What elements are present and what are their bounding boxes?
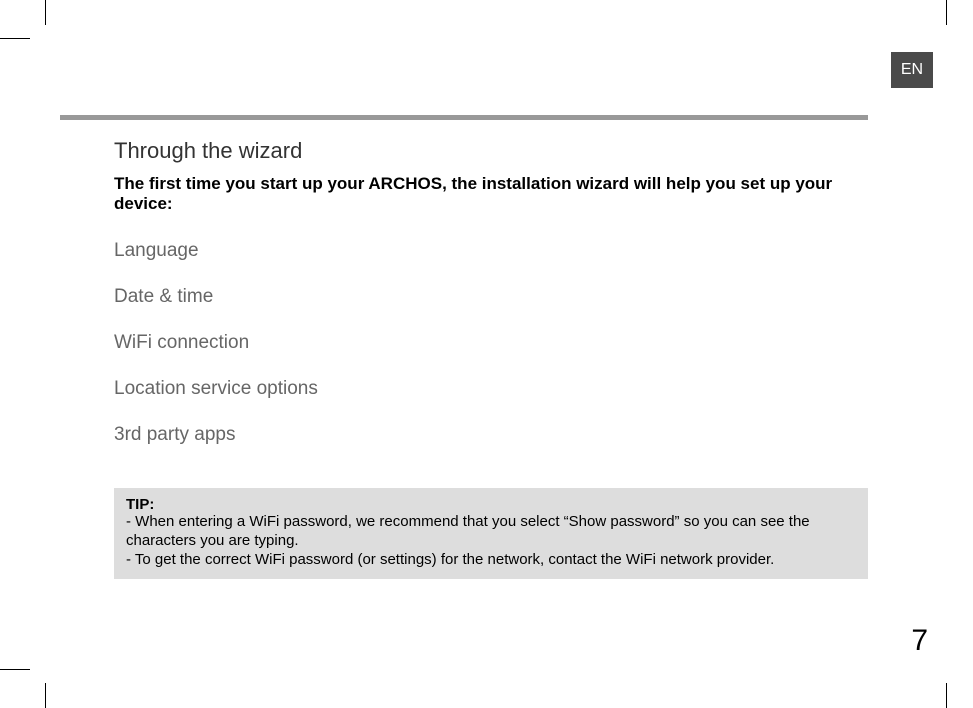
horizontal-rule — [60, 115, 868, 120]
tip-line: - To get the correct WiFi password (or s… — [126, 551, 856, 570]
list-item: Location service options — [114, 378, 868, 400]
list-item: 3rd party apps — [114, 424, 868, 446]
section-intro: The first time you start up your ARCHOS,… — [114, 174, 868, 214]
crop-mark — [0, 38, 30, 39]
crop-mark — [0, 669, 30, 670]
section-title: Through the wizard — [114, 138, 868, 164]
crop-mark — [946, 0, 947, 25]
list-item: WiFi connection — [114, 332, 868, 354]
language-tab: EN — [891, 52, 933, 88]
page-content: Through the wizard The first time you st… — [60, 115, 868, 579]
page-number: 7 — [911, 624, 928, 658]
tip-line: - When entering a WiFi password, we reco… — [126, 513, 856, 551]
tip-box: TIP: - When entering a WiFi password, we… — [114, 488, 868, 579]
list-item: Language — [114, 240, 868, 262]
tip-heading: TIP: — [126, 496, 856, 513]
crop-mark — [946, 683, 947, 708]
crop-mark — [45, 0, 46, 25]
crop-mark — [45, 683, 46, 708]
list-item: Date & time — [114, 286, 868, 308]
